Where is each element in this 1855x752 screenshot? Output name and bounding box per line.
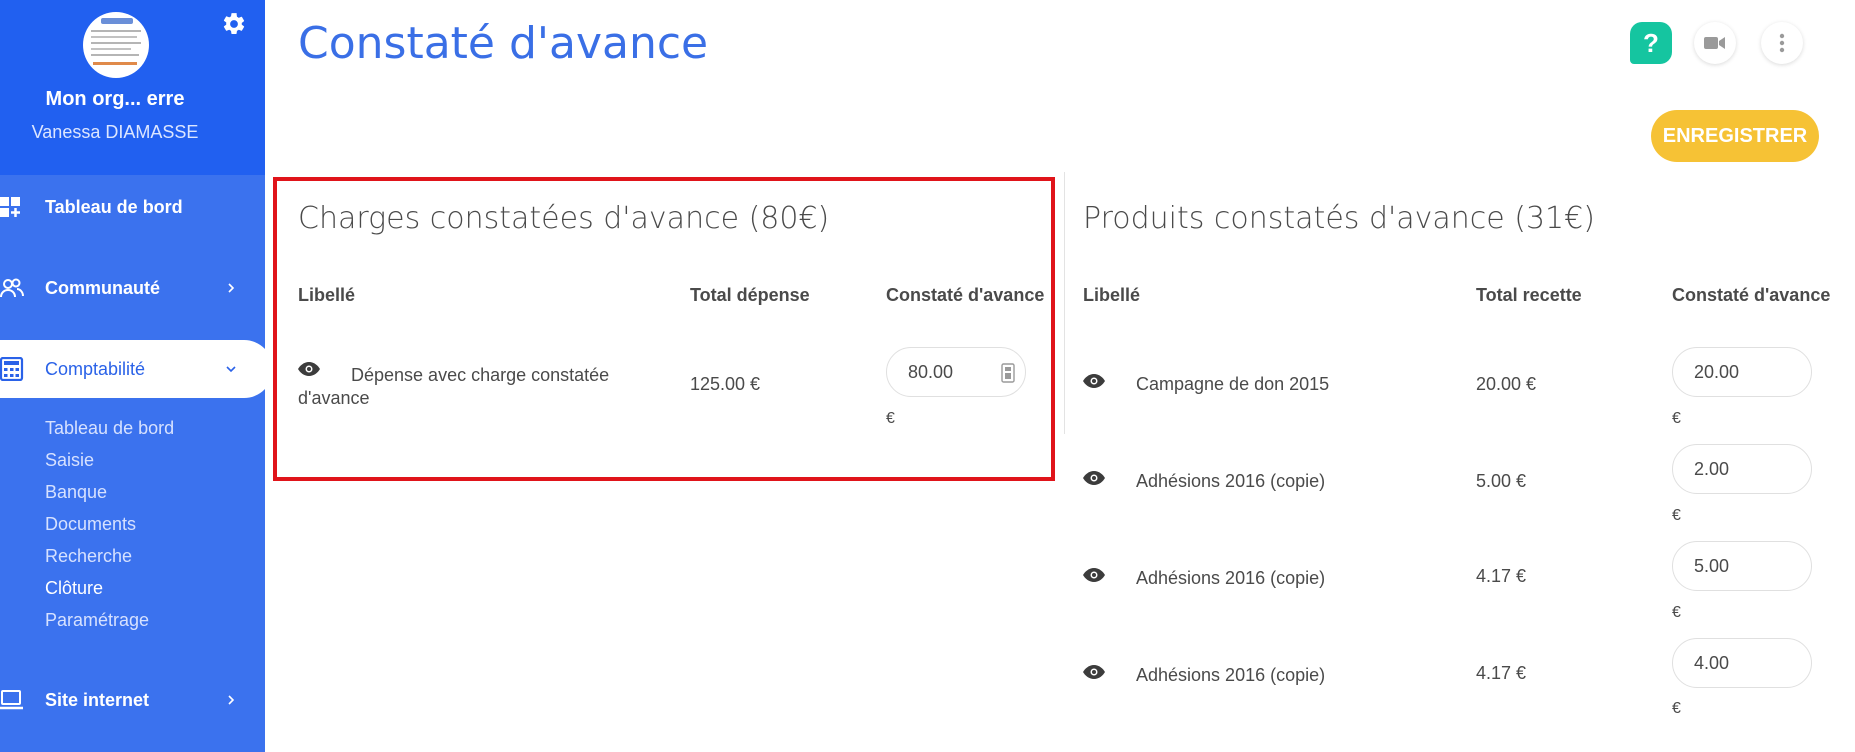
more-options-button[interactable] [1761, 22, 1803, 64]
produits-row-total: 5.00 € [1476, 471, 1527, 491]
produits-row-label: Campagne de don 2015 [1136, 374, 1330, 394]
nav-item-dashboard[interactable]: Tableau de bord [0, 178, 265, 236]
produits-advance-input[interactable]: 2.00 [1672, 444, 1812, 494]
help-label: ? [1643, 27, 1659, 58]
input-value: 5.00 [1694, 555, 1730, 576]
produits-advance-input[interactable]: 20.00 [1672, 347, 1812, 397]
subnav-settings[interactable]: Paramétrage [45, 610, 149, 631]
produits-row-total: 20.00 € [1476, 374, 1537, 394]
calculator-icon [0, 357, 24, 381]
eye-icon[interactable] [1083, 374, 1105, 388]
input-value: 4.00 [1694, 652, 1730, 673]
organization-name: Mon org... erre [45, 88, 185, 110]
produits-row-label: Adhésions 2016 (copie) [1136, 665, 1326, 685]
currency-label: € [1672, 507, 1681, 524]
chevron-right-icon [228, 695, 235, 705]
produits-row-total: 4.17 € [1476, 566, 1527, 586]
subnav-bank[interactable]: Banque [45, 482, 107, 503]
help-button[interactable]: ? [1630, 22, 1672, 64]
sidebar: Mon org... erre Vanessa DIAMASSE Tableau… [0, 0, 265, 752]
produits-advance-input[interactable]: 4.00 [1672, 638, 1812, 688]
currency-label: € [1672, 700, 1681, 717]
subnav-closing[interactable]: Clôture [45, 578, 103, 599]
eye-icon[interactable] [1083, 568, 1105, 582]
produits-row-label: Adhésions 2016 (copie) [1136, 568, 1326, 588]
subnav-documents[interactable]: Documents [45, 514, 136, 535]
nav-item-accounting[interactable]: Comptabilité [0, 340, 265, 398]
laptop-icon [0, 690, 23, 710]
user-name: Vanessa DIAMASSE [31, 122, 199, 142]
nav-item-community[interactable]: Communauté [0, 259, 265, 317]
input-value: 2.00 [1694, 458, 1730, 479]
chevron-right-icon [228, 283, 235, 293]
currency-label: € [1672, 604, 1681, 621]
organization-logo[interactable] [83, 12, 149, 78]
currency-label: € [1672, 410, 1681, 427]
produits-row-label: Adhésions 2016 (copie) [1136, 471, 1326, 491]
input-value: 20.00 [1694, 361, 1740, 382]
produits-col-advance: Constaté d'avance [1672, 285, 1831, 305]
nav-label: Tableau de bord [45, 196, 183, 217]
video-camera-icon [1704, 37, 1725, 49]
chevron-down-icon [226, 366, 236, 373]
nav-label: Comptabilité [45, 358, 146, 379]
highlight-frame [273, 177, 1055, 481]
subnav-entry[interactable]: Saisie [45, 450, 94, 471]
sidebar-header: Mon org... erre Vanessa DIAMASSE [0, 0, 265, 175]
produits-title: Produits constatés d'avance (31€) [1083, 201, 1595, 236]
produits-col-label: Libellé [1083, 285, 1141, 305]
subnav-dashboard[interactable]: Tableau de bord [45, 418, 174, 439]
nav-label: Communauté [45, 277, 161, 298]
dashboard-icon [0, 197, 20, 217]
more-vertical-icon [1779, 33, 1785, 53]
page-title: Constaté d'avance [298, 18, 709, 69]
produits-row-total: 4.17 € [1476, 663, 1527, 683]
nav-label: Site internet [45, 689, 150, 710]
eye-icon[interactable] [1083, 471, 1105, 485]
produits-advance-input[interactable]: 5.00 [1672, 541, 1812, 591]
video-button[interactable] [1694, 22, 1736, 64]
eye-icon[interactable] [1083, 665, 1105, 679]
gear-icon[interactable] [221, 11, 247, 37]
produits-col-total: Total recette [1476, 285, 1582, 305]
subnav-search[interactable]: Recherche [45, 546, 132, 567]
save-button[interactable]: ENREGISTRER [1651, 110, 1819, 162]
community-icon [0, 278, 24, 298]
panel-divider [1064, 172, 1065, 434]
nav-item-website[interactable]: Site internet [0, 671, 265, 729]
